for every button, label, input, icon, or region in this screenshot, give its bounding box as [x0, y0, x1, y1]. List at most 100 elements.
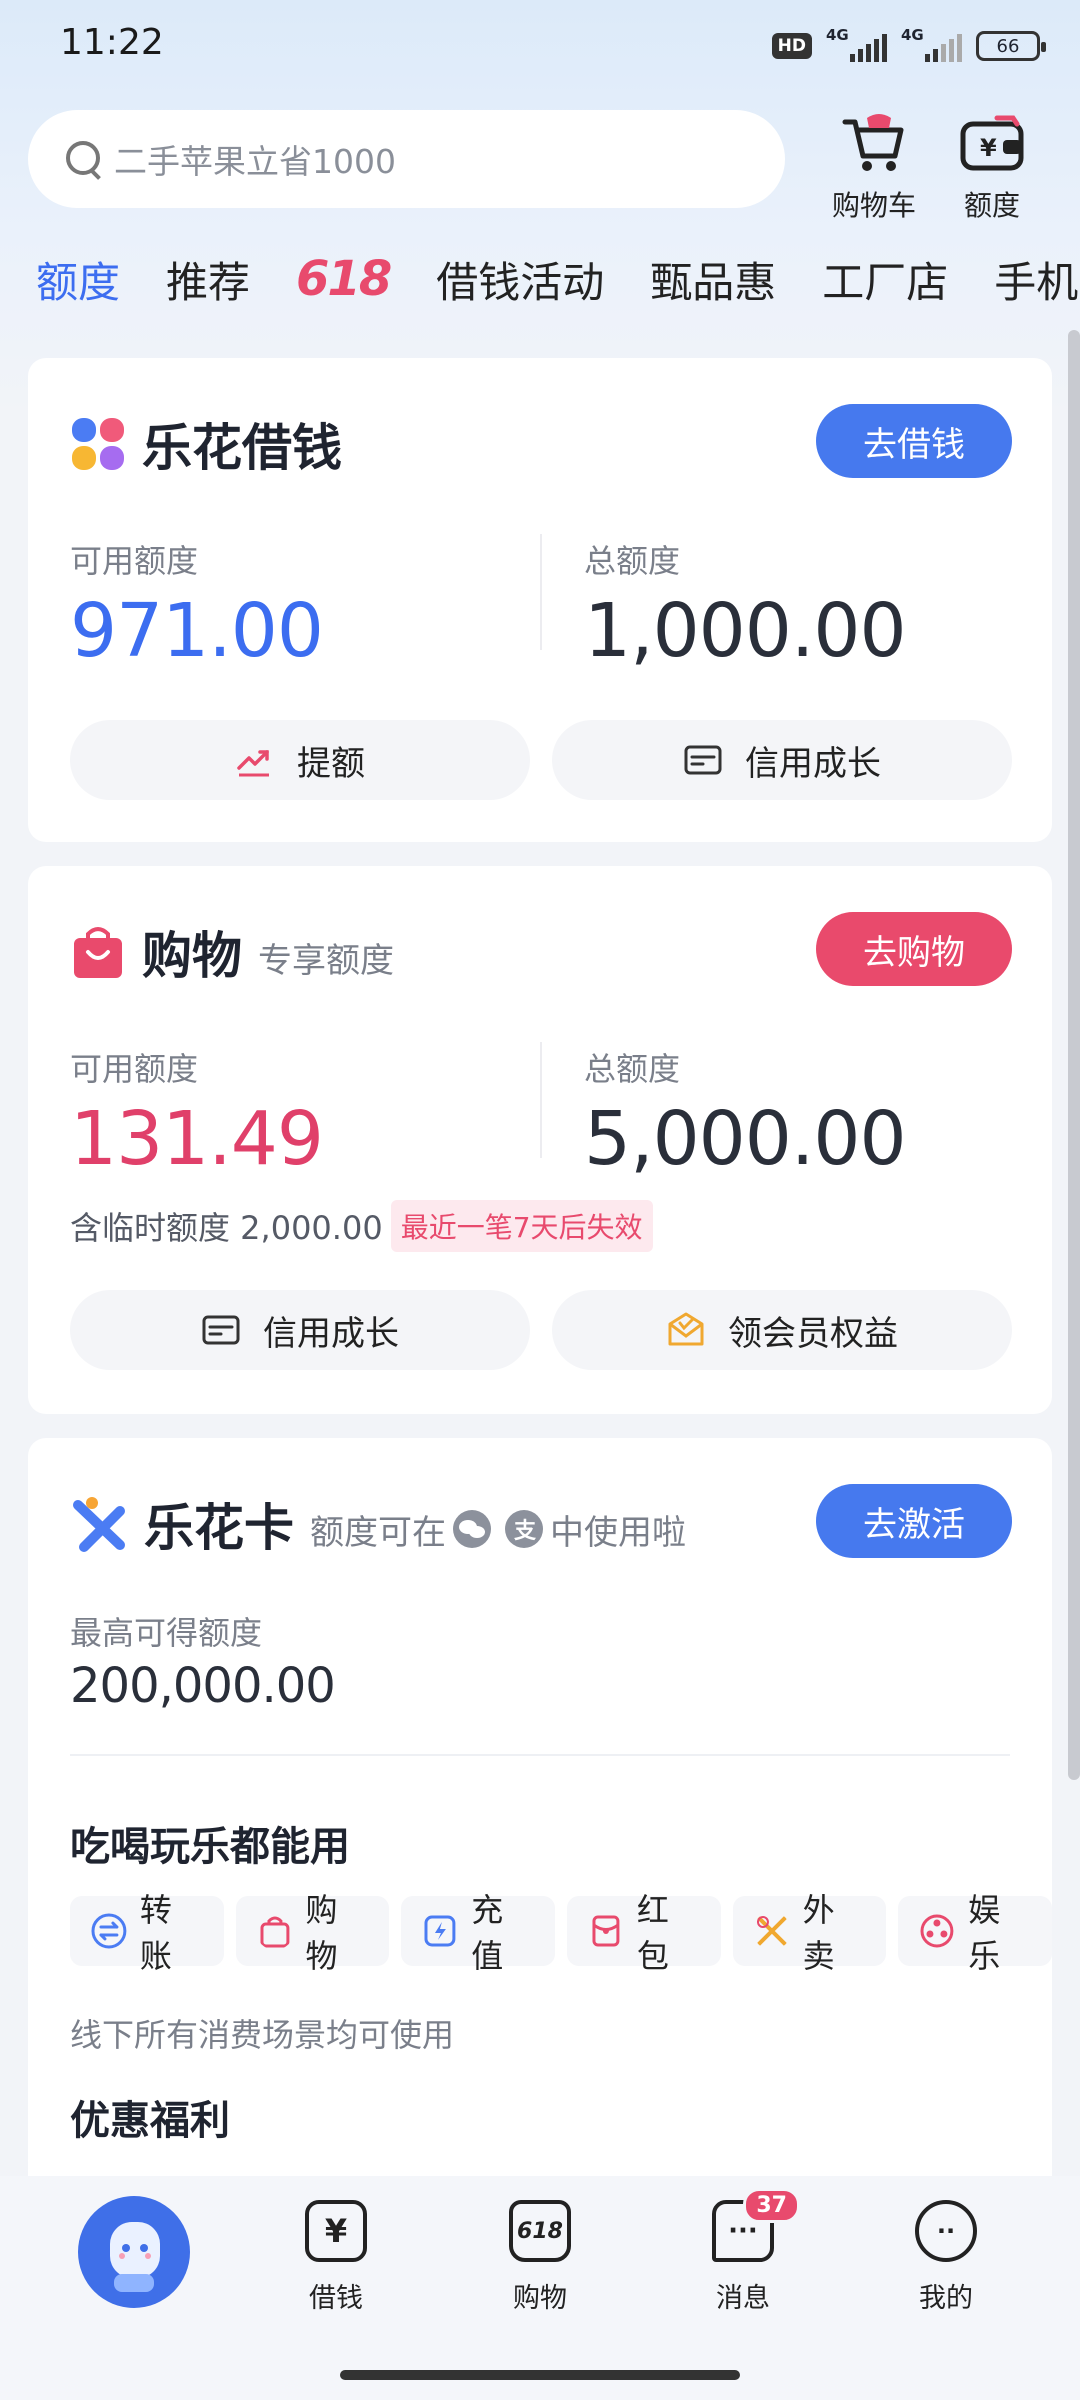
loan-total-value: 1,000.00: [584, 588, 907, 674]
chip-takeout[interactable]: 外卖: [732, 1891, 887, 1975]
tab-618[interactable]: 618: [296, 251, 392, 307]
nav-mine-label: 我的: [919, 2283, 973, 2314]
chip-shopping[interactable]: 购物: [235, 1891, 390, 1975]
chip-transfer-label: 转账: [139, 1891, 172, 1975]
temporary-quota-note: 含临时额度 2,000.00 最近一笔7天后失效: [70, 1200, 653, 1252]
chip-recharge-label: 充值: [471, 1891, 504, 1975]
hd-voice-icon: HD: [771, 33, 812, 59]
shop-credit-growth-button[interactable]: 信用成长: [70, 1290, 530, 1370]
lehua-subtitle-pre: 额度可在: [310, 1512, 446, 1553]
loan-available-label: 可用额度: [70, 542, 199, 580]
scrollbar[interactable]: [1068, 330, 1080, 1780]
shopping-cart-icon: [839, 108, 909, 178]
activate-button[interactable]: 去激活: [816, 1484, 1012, 1558]
tab-phone[interactable]: 手机: [994, 249, 1078, 310]
shopping-card-subtitle: 专享额度: [258, 940, 394, 981]
shop-available-value: 131.49: [70, 1096, 324, 1182]
loan-total-label: 总额度: [584, 542, 681, 580]
tab-quota[interactable]: 额度: [36, 249, 120, 310]
nav-messages-label: 消息: [716, 2283, 770, 2314]
status-time: 11:22: [60, 22, 164, 63]
yen-icon: ¥: [305, 2200, 367, 2262]
wechat-pay-icon: [453, 1510, 491, 1548]
lightning-icon: [424, 1915, 456, 1947]
wallet-icon: ¥: [957, 108, 1027, 178]
mascot-icon: [110, 2222, 160, 2292]
usage-section-title: 吃喝玩乐都能用: [70, 1824, 350, 1870]
chip-red-packet[interactable]: 红包: [567, 1891, 721, 1975]
svg-text:支: 支: [514, 1519, 537, 1544]
gift-envelope-icon: [666, 1310, 706, 1350]
home-indicator[interactable]: [340, 2370, 740, 2380]
status-bar: 11:22 HD 4G 4G 66: [0, 0, 1080, 92]
loan-total: 总额度 1,000.00: [584, 536, 907, 674]
tab-loan-activity[interactable]: 借钱活动: [436, 249, 604, 310]
chat-bubble-icon: ··· 37: [712, 2188, 800, 2262]
nav-messages[interactable]: ··· 37 消息: [673, 2188, 813, 2315]
shop-available-label: 可用额度: [70, 1050, 199, 1088]
member-benefits-button[interactable]: 领会员权益: [552, 1290, 1012, 1370]
chip-transfer[interactable]: 转账: [70, 1891, 224, 1975]
loan-card-title: 乐花借钱: [142, 419, 342, 477]
nav-shopping-label: 购物: [513, 2283, 567, 2314]
lehua-card: 乐花卡 额度可在 支 中使用啦 去激活 最高可得额度 200,000.00 吃喝…: [28, 1438, 1053, 2198]
credit-card-icon: [201, 1310, 241, 1350]
flower-logo-icon: [72, 418, 124, 470]
quota-label: 额度: [963, 189, 1020, 222]
shop-credit-growth-label: 信用成长: [263, 1313, 399, 1354]
loan-credit-growth-button[interactable]: 信用成长: [552, 720, 1012, 800]
nav-shopping[interactable]: 618 购物: [470, 2200, 610, 2315]
credit-card-icon: [683, 740, 723, 780]
nav-mine[interactable]: ·· 我的: [876, 2200, 1016, 2315]
quota-button[interactable]: ¥ 额度: [937, 108, 1047, 224]
chip-recharge[interactable]: 充值: [401, 1891, 556, 1975]
lehua-card-header: 乐花卡 额度可在 支 中使用啦: [70, 1488, 686, 1560]
lehua-card-logo-icon: [73, 1497, 125, 1552]
go-shopping-button[interactable]: 去购物: [816, 912, 1012, 986]
shopping-card: 购物 专享额度 去购物 可用额度 131.49 总额度 5,000.00 含临时…: [28, 866, 1052, 1414]
max-quota-label: 最高可得额度: [70, 1614, 263, 1652]
svg-text:¥: ¥: [980, 134, 997, 162]
category-tabs: 额度 推荐 618 借钱活动 甄品惠 工厂店 手机: [36, 244, 1080, 314]
shopping-bag-icon: [260, 1916, 290, 1948]
shopping-bag-icon: [74, 927, 122, 978]
section-divider: [70, 1754, 1010, 1756]
metric-divider: [540, 534, 542, 650]
signal-4g-icon: 4G: [826, 26, 887, 62]
cart-button[interactable]: 购物车: [819, 108, 929, 224]
raise-limit-label: 提额: [297, 743, 365, 784]
tab-recommend[interactable]: 推荐: [166, 249, 250, 310]
profile-face-icon: ··: [915, 2200, 977, 2262]
shop-available: 可用额度 131.49: [70, 1044, 324, 1182]
utensils-icon: [756, 1916, 787, 1946]
loan-card-header: 乐花借钱: [70, 408, 342, 480]
shopping-card-title: 购物: [142, 927, 242, 985]
signal-4g-secondary-icon: 4G: [901, 26, 962, 62]
loan-credit-growth-label: 信用成长: [745, 743, 881, 784]
chip-entertainment[interactable]: 娱乐: [898, 1891, 1053, 1975]
offline-usage-note: 线下所有消费场景均可使用: [70, 2016, 455, 2054]
tab-factory-store[interactable]: 工厂店: [822, 249, 948, 310]
lehua-subtitle-post: 中使用啦: [550, 1512, 686, 1553]
max-quota-value: 200,000.00: [70, 1658, 336, 1714]
nav-loan[interactable]: ¥ 借钱: [266, 2200, 406, 2315]
go-borrow-button[interactable]: 去借钱: [816, 404, 1012, 478]
bottom-navigation: ¥ 借钱 618 购物 ··· 37 消息 ·· 我的: [0, 2176, 1080, 2400]
chip-takeout-label: 外卖: [802, 1891, 835, 1975]
loan-card: 乐花借钱 去借钱 可用额度 971.00 总额度 1,000.00 提额 信用成…: [28, 358, 1052, 842]
lehua-card-title: 乐花卡: [144, 1499, 294, 1557]
loan-available-value: 971.00: [70, 588, 324, 674]
member-benefits-label: 领会员权益: [728, 1313, 898, 1354]
raise-limit-button[interactable]: 提额: [70, 720, 530, 800]
trend-up-icon: [235, 740, 275, 780]
search-placeholder: 二手苹果立省1000: [114, 142, 396, 181]
tab-selected-deals[interactable]: 甄品惠: [650, 249, 776, 310]
chip-entertainment-label: 娱乐: [968, 1891, 1001, 1975]
shop-total-label: 总额度: [584, 1050, 681, 1088]
red-packet-icon: [592, 1915, 620, 1947]
search-input[interactable]: 二手苹果立省1000: [28, 110, 785, 208]
network-type-label: 4G: [826, 26, 849, 44]
chip-shopping-label: 购物: [305, 1891, 338, 1975]
metric-divider: [540, 1042, 542, 1158]
assistant-avatar[interactable]: [78, 2196, 190, 2308]
